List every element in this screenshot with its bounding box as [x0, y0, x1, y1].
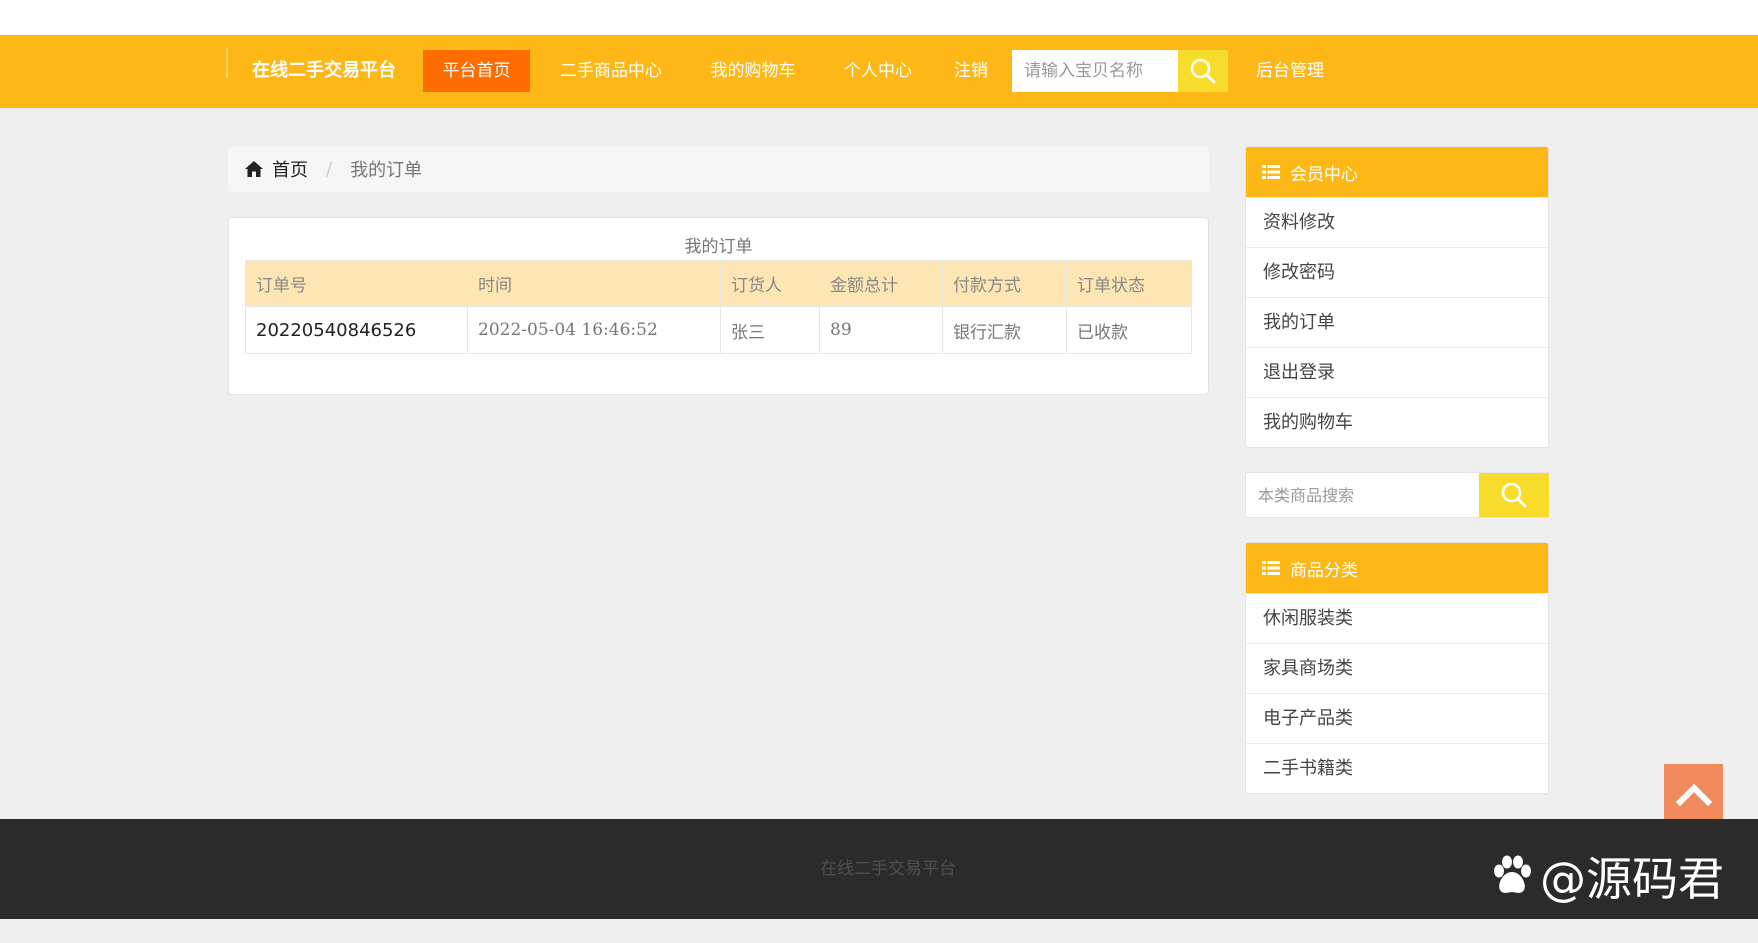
breadcrumb: 首页 / 我的订单 — [228, 146, 1209, 192]
column-header-time: 时间 — [467, 260, 721, 307]
category-title: 商品分类 — [1290, 560, 1358, 581]
nav-search-button[interactable] — [1178, 50, 1228, 92]
sidebar-item-electronics[interactable]: 电子产品类 — [1246, 693, 1548, 743]
category-search-button[interactable] — [1479, 473, 1549, 517]
column-header-orderer: 订货人 — [720, 260, 820, 307]
nav-item-cart[interactable]: 我的购物车 — [697, 50, 809, 92]
order-table-header-row: 订单号 时间 订货人 金额总计 付款方式 订单状态 — [245, 260, 1192, 307]
order-panel: 我的订单 订单号 时间 订货人 金额总计 付款方式 订单状态 202205408… — [228, 217, 1209, 395]
search-icon — [1190, 58, 1216, 84]
breadcrumb-home-label: 首页 — [272, 160, 308, 181]
member-center-title: 会员中心 — [1290, 164, 1358, 185]
payment-cell: 银行汇款 — [942, 306, 1067, 354]
watermark: @源码君 — [1490, 848, 1724, 906]
chevron-up-icon — [1675, 783, 1712, 806]
sidebar-item-books[interactable]: 二手书籍类 — [1246, 743, 1548, 793]
column-header-status: 订单状态 — [1066, 260, 1192, 307]
nav-item-admin[interactable]: 后台管理 — [1250, 50, 1330, 92]
site-brand[interactable]: 在线二手交易平台 — [252, 56, 396, 86]
paw-icon — [1494, 855, 1531, 893]
amount-cell: 89 — [819, 306, 943, 354]
order-no-cell: 20220540846526 — [245, 306, 468, 354]
order-time-cell: 2022-05-04 16:46:52 — [467, 306, 721, 354]
nav-item-home[interactable]: 平台首页 — [423, 50, 530, 92]
category-search — [1245, 472, 1549, 518]
category-header: 商品分类 — [1246, 543, 1548, 593]
list-icon — [1262, 165, 1280, 179]
breadcrumb-current: 我的订单 — [350, 160, 423, 181]
sidebar-item-edit-profile[interactable]: 资料修改 — [1246, 197, 1548, 247]
status-cell: 已收款 — [1066, 306, 1192, 354]
sidebar-item-furniture[interactable]: 家具商场类 — [1246, 643, 1548, 693]
table-row: 20220540846526 2022-05-04 16:46:52 张三 89… — [245, 306, 1192, 354]
nav-search-input[interactable] — [1012, 50, 1178, 92]
watermark-text: @源码君 — [1540, 852, 1724, 906]
nav-item-secondhand-center[interactable]: 二手商品中心 — [550, 50, 672, 92]
column-header-payment: 付款方式 — [942, 260, 1067, 307]
sidebar-item-my-orders[interactable]: 我的订单 — [1246, 297, 1548, 347]
category-search-input[interactable] — [1246, 473, 1479, 517]
home-icon — [245, 161, 263, 177]
order-table-caption: 我的订单 — [684, 237, 753, 257]
breadcrumb-home[interactable]: 首页 — [244, 156, 308, 182]
search-icon — [1501, 482, 1527, 508]
nav-item-logout[interactable]: 注销 — [948, 50, 994, 92]
back-to-top-button[interactable] — [1664, 764, 1723, 823]
order-table: 订单号 时间 订货人 金额总计 付款方式 订单状态 20220540846526… — [245, 260, 1192, 354]
top-strip — [0, 0, 1758, 35]
category-panel: 商品分类 休闲服装类 家具商场类 电子产品类 二手书籍类 — [1245, 542, 1549, 794]
sidebar-item-logout[interactable]: 退出登录 — [1246, 347, 1548, 397]
member-center-panel: 会员中心 资料修改 修改密码 我的订单 退出登录 我的购物车 — [1245, 146, 1549, 448]
sidebar-item-change-password[interactable]: 修改密码 — [1246, 247, 1548, 297]
nav-item-personal-center[interactable]: 个人中心 — [836, 50, 920, 92]
orderer-cell: 张三 — [720, 306, 820, 354]
list-icon — [1262, 561, 1280, 575]
member-center-header: 会员中心 — [1246, 147, 1548, 197]
column-header-order-no: 订单号 — [245, 260, 468, 307]
breadcrumb-separator: / — [326, 158, 333, 180]
nav-accent-bar — [226, 48, 228, 78]
bottom-strip — [0, 919, 1758, 943]
sidebar-item-my-cart[interactable]: 我的购物车 — [1246, 397, 1548, 447]
sidebar-item-casual-clothing[interactable]: 休闲服装类 — [1246, 593, 1548, 643]
column-header-amount: 金额总计 — [819, 260, 943, 307]
